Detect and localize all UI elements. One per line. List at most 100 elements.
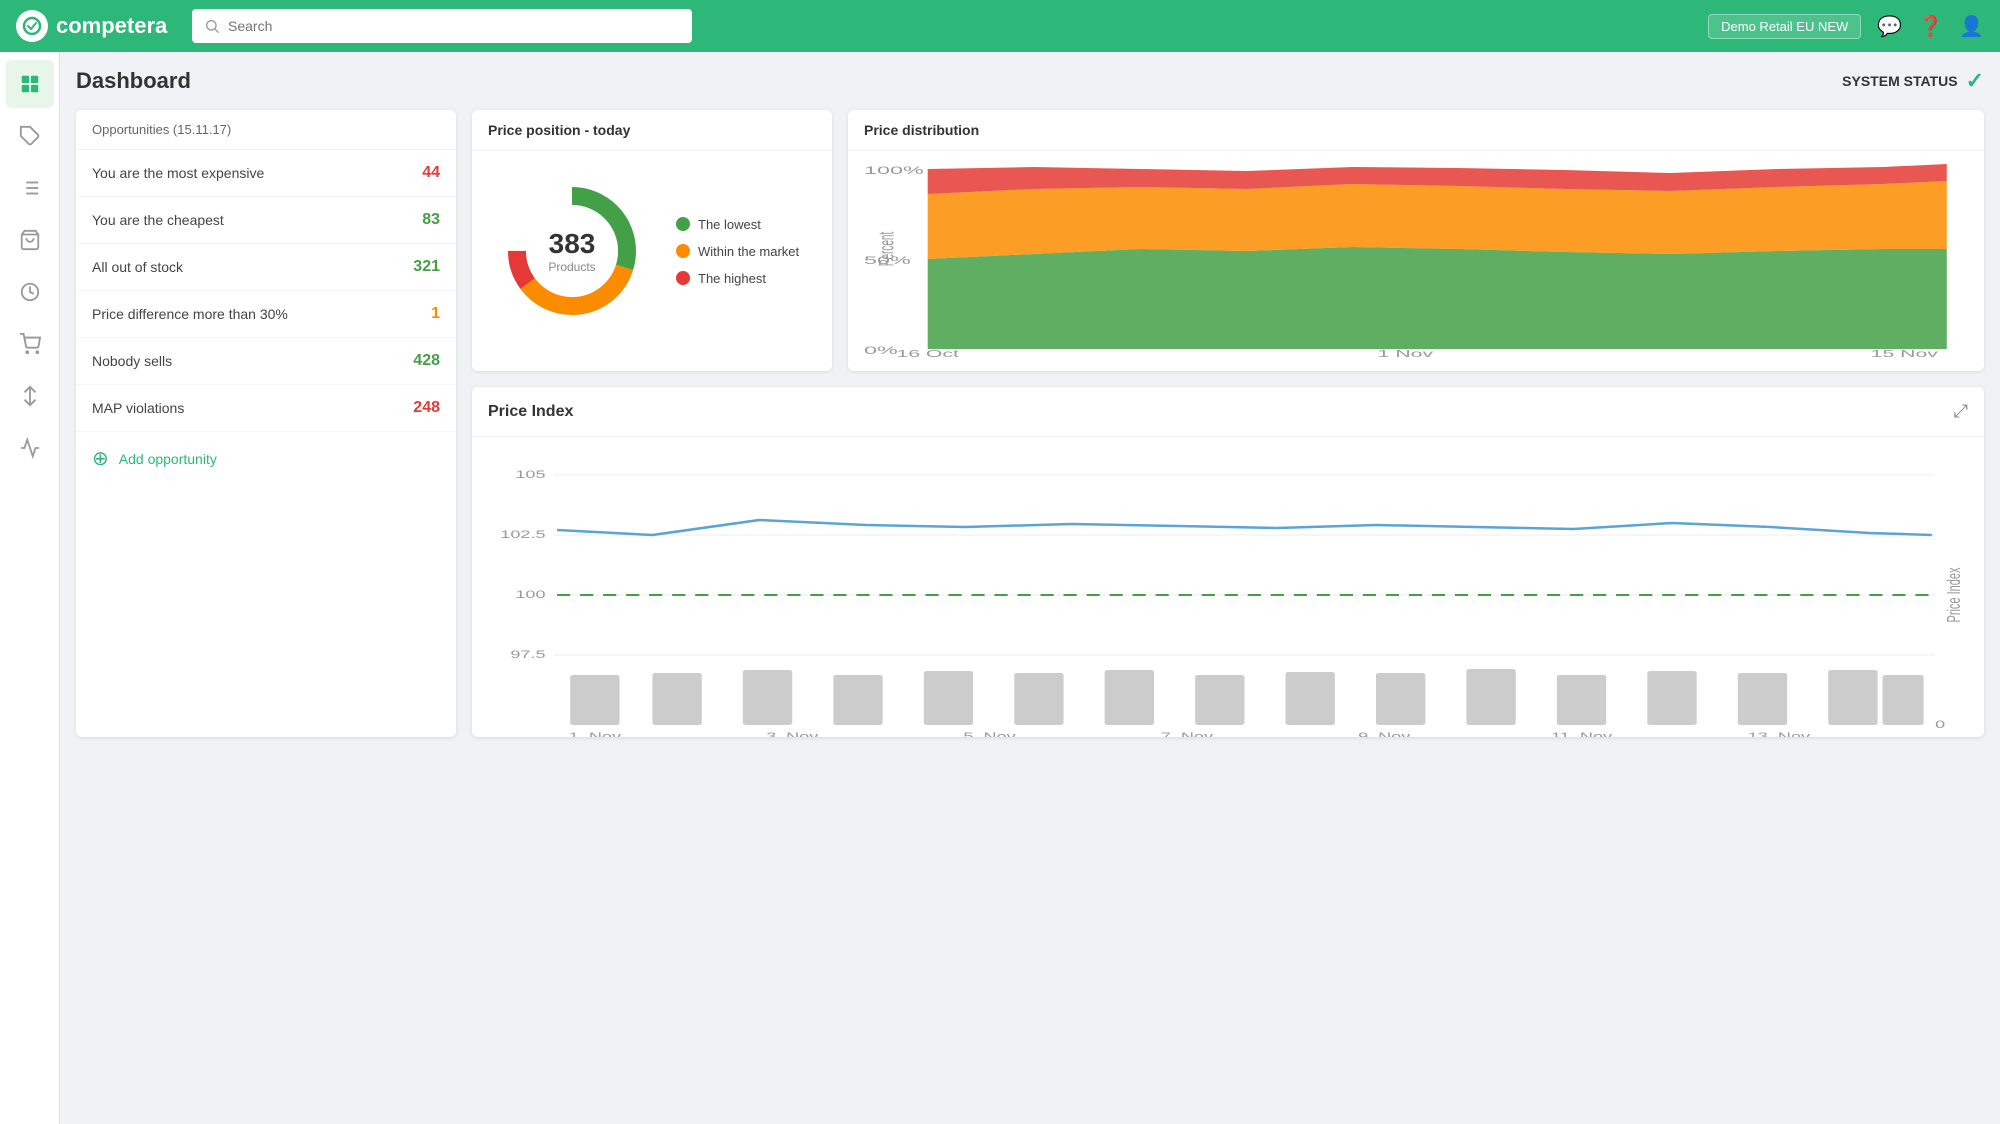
donut-content: 383 Products The lowest Within the marke… xyxy=(472,151,832,351)
price-position-panel: Price position - today xyxy=(472,110,832,371)
legend-label: The lowest xyxy=(698,217,761,232)
legend-item: The lowest xyxy=(676,217,799,232)
main-content: Dashboard SYSTEM STATUS ✓ Opportunities … xyxy=(60,52,2000,1124)
distribution-chart-area: 100% 50% 0% 16 Oct 1 Nov xyxy=(848,151,1984,371)
sidebar-item-dashboard[interactable] xyxy=(6,60,54,108)
price-index-header: Price Index ⤢ xyxy=(472,387,1984,437)
logo-text: competera xyxy=(56,13,167,39)
svg-text:11. Nov: 11. Nov xyxy=(1551,730,1613,737)
price-index-svg: 105 102.5 100 97.5 xyxy=(488,445,1968,737)
svg-text:Percent: Percent xyxy=(875,232,899,267)
sidebar-item-analytics[interactable] xyxy=(6,424,54,472)
search-bar[interactable] xyxy=(192,9,692,43)
opportunity-label: You are the most expensive xyxy=(92,165,264,181)
svg-text:100%: 100% xyxy=(864,164,924,177)
svg-text:97.5: 97.5 xyxy=(510,648,545,660)
svg-text:105: 105 xyxy=(515,468,545,480)
help-icon[interactable]: ❓ xyxy=(1918,14,1943,39)
legend-label: The highest xyxy=(698,271,766,286)
add-circle-icon: ⊕ xyxy=(92,446,109,471)
donut-label: Products xyxy=(548,260,595,274)
price-index-content: 105 102.5 100 97.5 xyxy=(472,437,1984,737)
sidebar-item-history[interactable] xyxy=(6,268,54,316)
svg-text:1. Nov: 1. Nov xyxy=(569,730,622,737)
sidebar-item-tags[interactable] xyxy=(6,112,54,160)
opportunity-label: Price difference more than 30% xyxy=(92,306,288,322)
store-selector[interactable]: Demo Retail EU NEW xyxy=(1708,14,1861,39)
system-status: SYSTEM STATUS ✓ xyxy=(1842,68,1984,94)
price-index-panel: Price Index ⤢ 105 102.5 xyxy=(472,387,1984,737)
donut-chart: 383 Products xyxy=(492,171,652,331)
right-column: Price position - today xyxy=(472,110,1984,737)
opportunity-label: All out of stock xyxy=(92,259,183,275)
content-grid: Opportunities (15.11.17) You are the mos… xyxy=(76,110,1984,737)
opportunities-panel: Opportunities (15.11.17) You are the mos… xyxy=(76,110,456,737)
expand-icon[interactable]: ⤢ xyxy=(1954,401,1968,422)
svg-text:7. Nov: 7. Nov xyxy=(1161,730,1214,737)
top-navigation: competera Demo Retail EU NEW 💬 ❓ 👤 xyxy=(0,0,2000,52)
search-icon xyxy=(204,18,220,34)
opportunity-row[interactable]: Nobody sells 428 xyxy=(76,338,456,385)
opportunity-row[interactable]: All out of stock 321 xyxy=(76,244,456,291)
opportunity-label: Nobody sells xyxy=(92,353,172,369)
logo[interactable]: competera xyxy=(16,10,176,42)
sidebar-item-cart[interactable] xyxy=(6,320,54,368)
price-position-title: Price position - today xyxy=(472,110,832,151)
svg-text:15 Nov: 15 Nov xyxy=(1871,348,1939,359)
price-distribution-title: Price distribution xyxy=(848,110,1984,151)
svg-text:16 Oct: 16 Oct xyxy=(896,348,959,359)
user-icon[interactable]: 👤 xyxy=(1959,14,1984,39)
opportunity-count: 44 xyxy=(422,164,440,182)
system-status-label: SYSTEM STATUS xyxy=(1842,73,1957,89)
opportunity-label: MAP violations xyxy=(92,400,184,416)
status-check-icon: ✓ xyxy=(1966,68,1984,94)
sidebar xyxy=(0,52,60,1124)
price-index-chart: 105 102.5 100 97.5 xyxy=(488,445,1968,725)
page-title: Dashboard xyxy=(76,68,191,94)
top-panels-row: Price position - today xyxy=(472,110,1984,371)
opportunity-row[interactable]: Price difference more than 30% 1 xyxy=(76,291,456,338)
add-opportunity-label: Add opportunity xyxy=(119,451,217,467)
sidebar-item-products[interactable] xyxy=(6,216,54,264)
sidebar-item-list[interactable] xyxy=(6,164,54,212)
opportunities-header: Opportunities (15.11.17) xyxy=(76,110,456,150)
opportunity-row[interactable]: You are the cheapest 83 xyxy=(76,197,456,244)
page-header: Dashboard SYSTEM STATUS ✓ xyxy=(76,68,1984,94)
price-position-legend: The lowest Within the market The highest xyxy=(676,217,799,286)
opportunities-rows: You are the most expensive 44 You are th… xyxy=(76,150,456,432)
opportunity-count: 1 xyxy=(431,305,440,323)
nav-right: Demo Retail EU NEW 💬 ❓ 👤 xyxy=(1708,14,1984,39)
legend-item: The highest xyxy=(676,271,799,286)
opportunity-count: 428 xyxy=(413,352,440,370)
price-index-title: Price Index xyxy=(488,403,573,421)
search-input[interactable] xyxy=(228,18,680,34)
svg-text:13. Nov: 13. Nov xyxy=(1748,730,1811,737)
opportunity-row[interactable]: MAP violations 248 xyxy=(76,385,456,432)
svg-text:100: 100 xyxy=(515,588,545,600)
donut-count: 383 xyxy=(548,228,595,260)
chat-icon[interactable]: 💬 xyxy=(1877,14,1902,39)
add-opportunity-row[interactable]: ⊕ Add opportunity xyxy=(76,432,456,485)
svg-text:1 Nov: 1 Nov xyxy=(1378,348,1434,359)
legend-label: Within the market xyxy=(698,244,799,259)
svg-text:3. Nov: 3. Nov xyxy=(766,730,819,737)
opportunity-count: 321 xyxy=(413,258,440,276)
legend-dot xyxy=(676,217,690,231)
legend-dot xyxy=(676,244,690,258)
svg-text:5. Nov: 5. Nov xyxy=(963,730,1016,737)
opportunity-row[interactable]: You are the most expensive 44 xyxy=(76,150,456,197)
svg-text:102.5: 102.5 xyxy=(500,528,545,540)
svg-text:9. Nov: 9. Nov xyxy=(1358,730,1411,737)
svg-text:0: 0 xyxy=(1935,718,1945,730)
donut-center: 383 Products xyxy=(548,228,595,274)
svg-text:Price Index: Price Index xyxy=(1944,567,1965,622)
sidebar-item-trends[interactable] xyxy=(6,372,54,420)
logo-icon xyxy=(16,10,48,42)
legend-item: Within the market xyxy=(676,244,799,259)
opportunity-count: 248 xyxy=(413,399,440,417)
opportunity-count: 83 xyxy=(422,211,440,229)
distribution-svg: 100% 50% 0% 16 Oct 1 Nov xyxy=(864,159,1968,359)
svg-text:0%: 0% xyxy=(864,344,898,357)
price-distribution-panel: Price distribution 100% 50% 0% xyxy=(848,110,1984,371)
opportunity-label: You are the cheapest xyxy=(92,212,224,228)
